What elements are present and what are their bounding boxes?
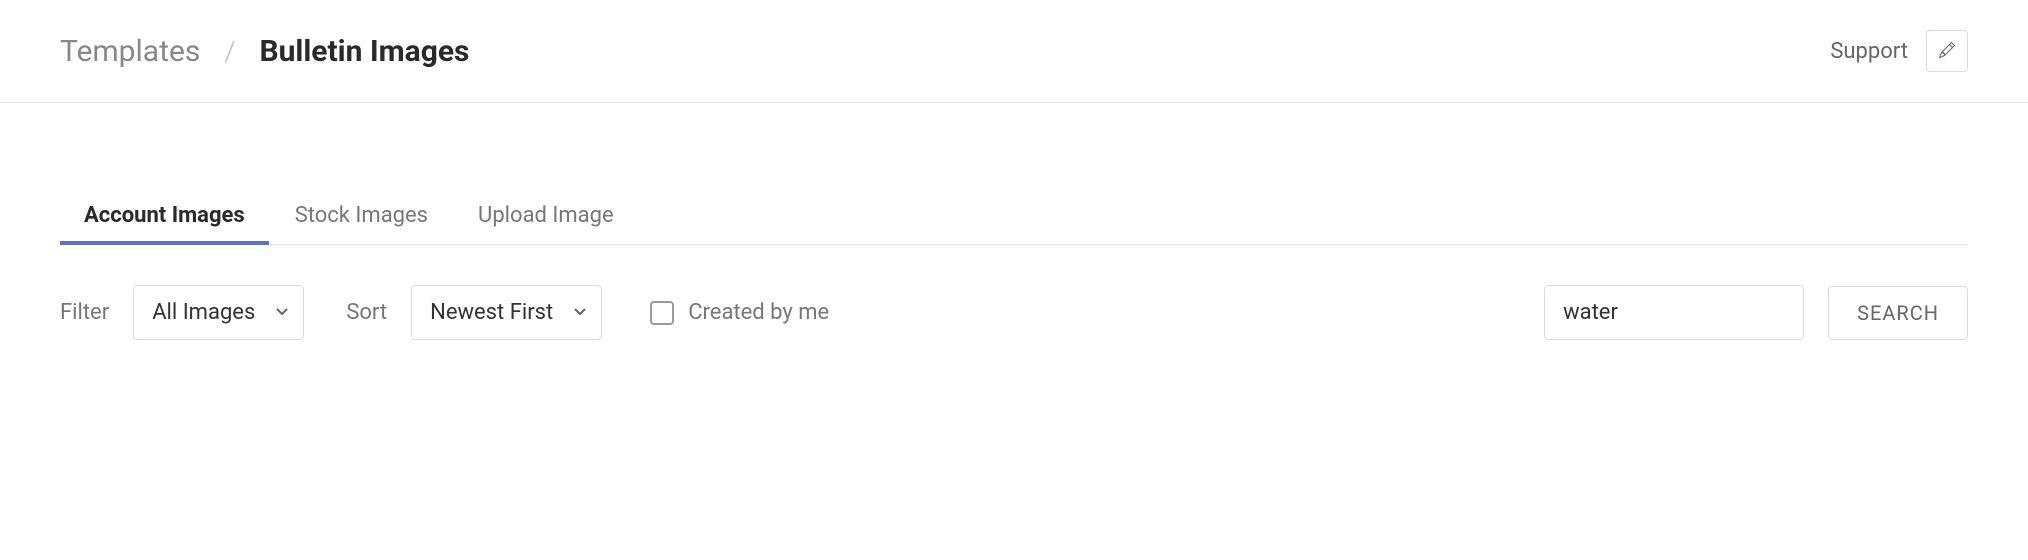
tab-account-images[interactable]: Account Images <box>84 203 245 244</box>
breadcrumb: Templates / Bulletin Images <box>60 34 469 69</box>
sort-label: Sort <box>346 300 387 325</box>
tab-upload-image[interactable]: Upload Image <box>478 203 614 244</box>
sort-select[interactable]: Newest First <box>411 285 602 340</box>
edit-button[interactable] <box>1926 30 1968 72</box>
support-link[interactable]: Support <box>1830 39 1908 64</box>
filter-row: Filter All Images Sort Newest First Crea… <box>60 245 1968 340</box>
header-actions: Support <box>1830 30 1968 72</box>
page-header: Templates / Bulletin Images Support <box>0 0 2028 103</box>
filter-select[interactable]: All Images <box>133 285 304 340</box>
tabs: Account Images Stock Images Upload Image <box>60 203 1968 245</box>
tab-stock-images[interactable]: Stock Images <box>295 203 428 244</box>
page-title: Bulletin Images <box>259 34 469 69</box>
pencil-icon <box>1939 42 1955 61</box>
breadcrumb-separator: / <box>224 35 235 68</box>
created-by-me-checkbox[interactable] <box>650 301 674 325</box>
created-by-me-label[interactable]: Created by me <box>688 300 829 325</box>
sort-select-wrap: Newest First <box>411 285 602 340</box>
search-button[interactable]: SEARCH <box>1828 286 1968 340</box>
created-by-me-wrap: Created by me <box>650 300 829 325</box>
filter-select-wrap: All Images <box>133 285 304 340</box>
filter-label: Filter <box>60 300 109 325</box>
search-input[interactable] <box>1544 285 1804 340</box>
content-area: Account Images Stock Images Upload Image… <box>0 103 2028 380</box>
breadcrumb-parent[interactable]: Templates <box>60 34 200 69</box>
